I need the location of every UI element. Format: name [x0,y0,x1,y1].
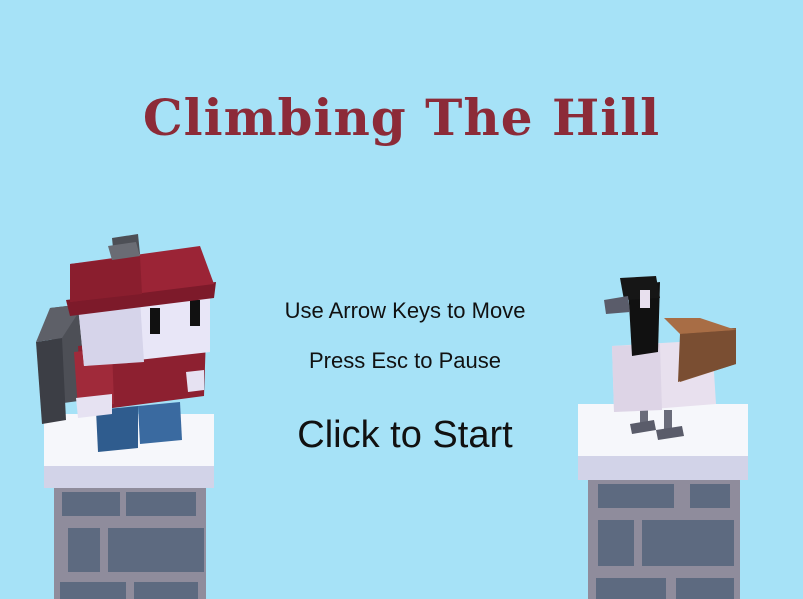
move-instruction: Use Arrow Keys to Move [284,298,526,323]
start-button[interactable]: Click to Start [205,414,605,457]
game-title: Climbing The Hill [142,88,661,147]
pause-instruction: Press Esc to Pause [309,348,501,373]
